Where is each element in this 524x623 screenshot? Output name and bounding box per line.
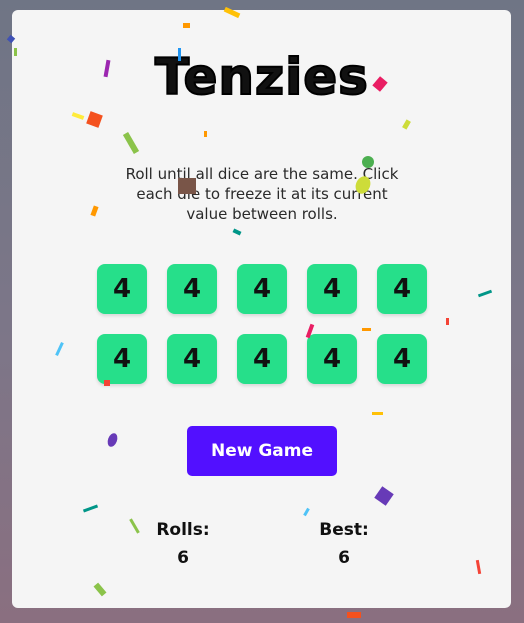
rolls-label: Rolls: bbox=[156, 520, 210, 540]
die-2[interactable]: 4 bbox=[167, 264, 217, 314]
confetti-piece bbox=[347, 612, 361, 618]
die-3[interactable]: 4 bbox=[237, 264, 287, 314]
die-10[interactable]: 4 bbox=[377, 334, 427, 384]
dice-grid: 4 4 4 4 4 4 4 4 4 4 bbox=[97, 264, 427, 384]
die-4[interactable]: 4 bbox=[307, 264, 357, 314]
die-6[interactable]: 4 bbox=[97, 334, 147, 384]
die-1[interactable]: 4 bbox=[97, 264, 147, 314]
die-5[interactable]: 4 bbox=[377, 264, 427, 314]
rolls-value: 6 bbox=[177, 548, 189, 568]
instructions-text: Roll until all dice are the same. Click … bbox=[125, 165, 399, 223]
die-8[interactable]: 4 bbox=[237, 334, 287, 384]
game-title: Tenzies bbox=[154, 47, 369, 107]
best-label: Best: bbox=[319, 520, 369, 540]
rolls-stat: Rolls: 6 bbox=[138, 520, 228, 568]
die-7[interactable]: 4 bbox=[167, 334, 217, 384]
die-9[interactable]: 4 bbox=[307, 334, 357, 384]
best-stat: Best: 6 bbox=[299, 520, 389, 568]
best-value: 6 bbox=[338, 548, 350, 568]
new-game-button[interactable]: New Game bbox=[187, 426, 337, 476]
